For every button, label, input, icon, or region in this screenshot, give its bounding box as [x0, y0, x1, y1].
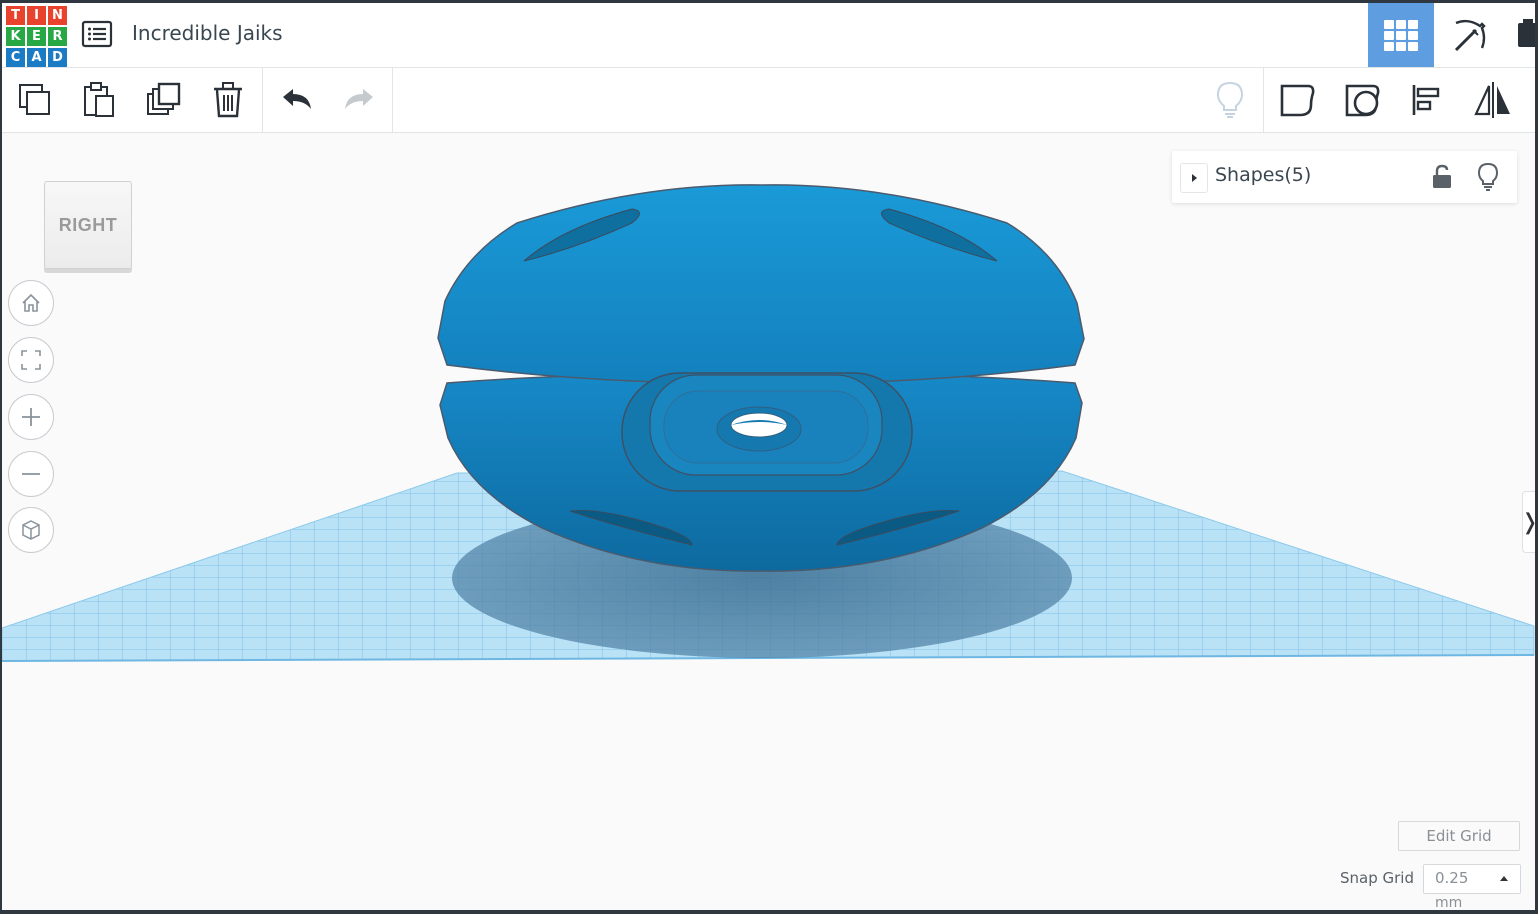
pickaxe-icon	[1454, 19, 1486, 52]
logo-letter: K	[6, 27, 25, 46]
home-view-button[interactable]	[8, 280, 54, 326]
toolbar-divider	[262, 68, 263, 132]
zoom-in-icon	[22, 408, 40, 426]
zoom-out-icon	[22, 473, 40, 475]
copy-button[interactable]	[10, 76, 60, 124]
toolbar-divider	[1263, 68, 1264, 132]
redo-button[interactable]	[334, 76, 384, 124]
view-cube[interactable]: RIGHT	[44, 181, 132, 269]
blocks-mode-button[interactable]	[1436, 3, 1502, 67]
logo-letter: T	[6, 6, 25, 25]
solid-shape-icon	[1280, 84, 1315, 117]
workplane-viewport[interactable]: RIGHT Shapes(5) Edit Grid Snap Grid 0.25…	[2, 133, 1535, 910]
edit-grid-button[interactable]: Edit Grid	[1398, 821, 1520, 851]
logo-letter: I	[27, 6, 46, 25]
logo-letter: D	[48, 48, 67, 67]
undo-icon	[283, 89, 311, 109]
undo-button[interactable]	[272, 76, 322, 124]
codeblocks-button[interactable]	[1504, 3, 1535, 67]
chevron-right-icon: ❭	[1521, 510, 1535, 535]
3d-design-view-button[interactable]	[1368, 3, 1434, 67]
panel-collapse-toggle[interactable]: ❭	[1521, 491, 1535, 553]
toolbar-divider	[392, 68, 393, 132]
snap-grid-select[interactable]: 0.25	[1423, 864, 1521, 894]
mirror-icon	[1474, 82, 1510, 118]
caret-right-icon	[1192, 174, 1197, 182]
solid-button[interactable]	[1272, 76, 1322, 124]
copy-icon	[19, 84, 50, 115]
zoom-out-button[interactable]	[8, 451, 54, 497]
logo-letter: C	[6, 48, 25, 67]
document-title[interactable]: Incredible Jaiks	[132, 21, 283, 45]
fit-view-icon	[21, 350, 41, 370]
perspective-button[interactable]	[8, 507, 54, 553]
paste-icon	[84, 82, 114, 117]
edit-toolbar	[2, 68, 1535, 133]
view-cube-label: RIGHT	[58, 214, 118, 235]
unlock-icon	[1433, 164, 1451, 188]
trash-icon	[214, 82, 242, 118]
blocks-icon	[1518, 19, 1535, 47]
grid-view-icon	[1384, 20, 1418, 51]
design-menu-button[interactable]	[80, 19, 114, 49]
tinkercad-logo[interactable]: T I N K E R C A D	[6, 6, 67, 67]
mirror-button[interactable]	[1468, 76, 1518, 124]
logo-letter: E	[27, 27, 46, 46]
shapes-inspector-panel: Shapes(5)	[1172, 151, 1517, 203]
app-header: T I N K E R C A D Incredible Jaiks	[2, 3, 1535, 68]
show-all-button[interactable]	[1205, 76, 1255, 124]
lock-button[interactable]	[1428, 163, 1456, 191]
shape-body-upper[interactable]	[437, 184, 1085, 384]
hole-shape-icon	[1345, 84, 1380, 117]
3d-scene[interactable]	[2, 133, 1535, 910]
duplicate-button[interactable]	[139, 76, 189, 124]
home-view-icon	[22, 293, 40, 312]
shapes-count-label: Shapes(5)	[1215, 164, 1312, 186]
snap-grid-unit: mm	[1435, 895, 1463, 910]
zoom-in-button[interactable]	[8, 394, 54, 440]
align-button[interactable]	[1402, 76, 1452, 124]
menu-list-icon	[81, 20, 113, 48]
caret-up-icon	[1500, 876, 1508, 881]
snap-grid-label: Snap Grid	[1340, 869, 1414, 887]
snap-grid-value: 0.25	[1435, 869, 1469, 887]
redo-icon	[345, 89, 373, 109]
fit-view-button[interactable]	[8, 337, 54, 383]
paste-button[interactable]	[74, 76, 124, 124]
center-hole	[730, 412, 788, 438]
lightbulb-icon	[1477, 162, 1499, 191]
duplicate-icon	[147, 82, 181, 115]
logo-letter: N	[48, 6, 67, 25]
logo-letter: R	[48, 27, 67, 46]
align-icon	[1412, 85, 1440, 115]
lightbulb-icon	[1216, 81, 1244, 118]
window-frame-bottom	[0, 910, 1538, 914]
hole-button[interactable]	[1338, 76, 1388, 124]
logo-letter: A	[27, 48, 46, 67]
visibility-button[interactable]	[1474, 162, 1502, 192]
perspective-icon	[22, 520, 40, 540]
shapes-expand-button[interactable]	[1180, 163, 1208, 193]
delete-button[interactable]	[203, 76, 253, 124]
